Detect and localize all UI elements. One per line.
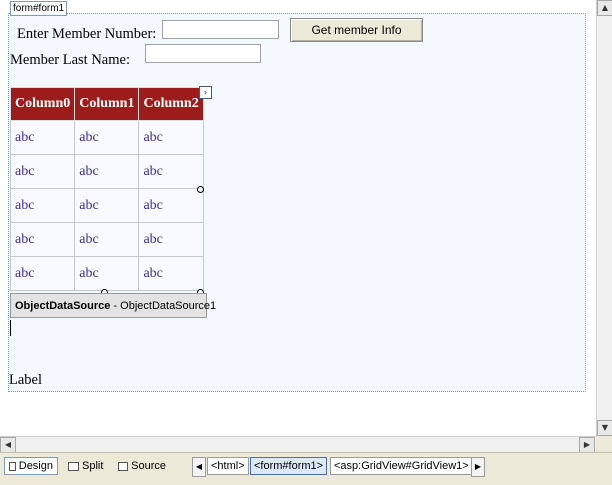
- grid-cell[interactable]: abc: [9, 188, 76, 223]
- label-control[interactable]: Label: [9, 372, 42, 389]
- form-tag-label[interactable]: form#form1: [10, 1, 68, 16]
- scroll-down-icon[interactable]: ▼: [597, 420, 612, 436]
- member-last-name-label: Member Last Name:: [10, 52, 130, 68]
- scroll-up-icon[interactable]: ▲: [597, 0, 612, 16]
- tab-design-label: Design: [18, 460, 53, 472]
- grid-header-row: Column0 Column1 Column2: [9, 87, 204, 121]
- grid-cell[interactable]: abc: [74, 154, 140, 189]
- datasource-type: ObjectDataSource: [15, 299, 111, 312]
- gridview[interactable]: Column0 Column1 Column2 abc abc abc abc …: [9, 87, 204, 291]
- tab-source[interactable]: Source: [114, 457, 170, 475]
- tab-split-label: Split: [82, 460, 104, 472]
- resize-handle-right[interactable]: [197, 186, 204, 193]
- grid-cell[interactable]: abc: [74, 256, 140, 291]
- grid-cell[interactable]: abc: [74, 120, 140, 155]
- grid-cell[interactable]: abc: [74, 222, 140, 257]
- smart-tag-chevron-icon[interactable]: ›: [199, 86, 212, 99]
- breadcrumb-gridview[interactable]: <asp:GridView#GridView1>: [330, 457, 473, 475]
- tab-source-label: Source: [131, 460, 166, 472]
- grid-cell[interactable]: abc: [138, 120, 204, 155]
- tab-split[interactable]: Split: [64, 457, 110, 475]
- tab-design[interactable]: Design: [4, 457, 58, 475]
- horizontal-scrollbar[interactable]: ◀ ▶: [0, 436, 596, 453]
- nav-left-icon[interactable]: ◀: [192, 457, 206, 477]
- table-row: abc abc abc: [9, 188, 204, 223]
- grid-cell[interactable]: abc: [138, 188, 204, 223]
- get-member-info-button[interactable]: Get member Info: [290, 18, 423, 42]
- grid-header-cell[interactable]: Column2: [138, 87, 204, 121]
- scroll-right-icon[interactable]: ▶: [579, 437, 595, 453]
- table-row: abc abc abc: [9, 256, 204, 291]
- datasource-id: ObjectDataSource1: [120, 299, 217, 312]
- table-row: abc abc abc: [9, 120, 204, 155]
- grid-cell[interactable]: abc: [138, 222, 204, 257]
- source-view-icon: [118, 461, 129, 471]
- member-number-label: Enter Member Number:: [17, 26, 157, 42]
- member-last-name-input[interactable]: [145, 44, 261, 63]
- objectdatasource-control[interactable]: ObjectDataSource - ObjectDataSource1: [10, 293, 216, 318]
- design-view-icon: [9, 461, 16, 471]
- grid-cell[interactable]: abc: [138, 154, 204, 189]
- grid-cell[interactable]: abc: [9, 222, 76, 257]
- scroll-corner: [596, 436, 612, 452]
- grid-cell[interactable]: abc: [9, 256, 76, 291]
- grid-cell[interactable]: abc: [138, 256, 204, 291]
- nav-right-icon[interactable]: ▶: [471, 457, 485, 477]
- grid-cell[interactable]: abc: [9, 154, 76, 189]
- breadcrumb-html[interactable]: <html>: [207, 457, 249, 475]
- grid-cell[interactable]: abc: [9, 120, 76, 155]
- breadcrumb-form[interactable]: <form#form1>: [250, 457, 328, 475]
- view-tab-bar: Design Split Source ◀ <html> <form#form1…: [0, 452, 612, 485]
- scroll-left-icon[interactable]: ◀: [0, 437, 16, 453]
- text-caret: [10, 320, 11, 336]
- grid-header-cell[interactable]: Column1: [74, 87, 140, 121]
- vertical-scrollbar[interactable]: ▲ ▼: [596, 0, 612, 436]
- datasource-separator: -: [110, 299, 121, 312]
- table-row: abc abc abc: [9, 154, 204, 189]
- grid-header-cell[interactable]: Column0: [9, 87, 76, 121]
- grid-cell[interactable]: abc: [74, 188, 140, 223]
- table-row: abc abc abc: [9, 222, 204, 257]
- split-view-icon: [68, 461, 79, 471]
- member-number-input[interactable]: [162, 20, 279, 39]
